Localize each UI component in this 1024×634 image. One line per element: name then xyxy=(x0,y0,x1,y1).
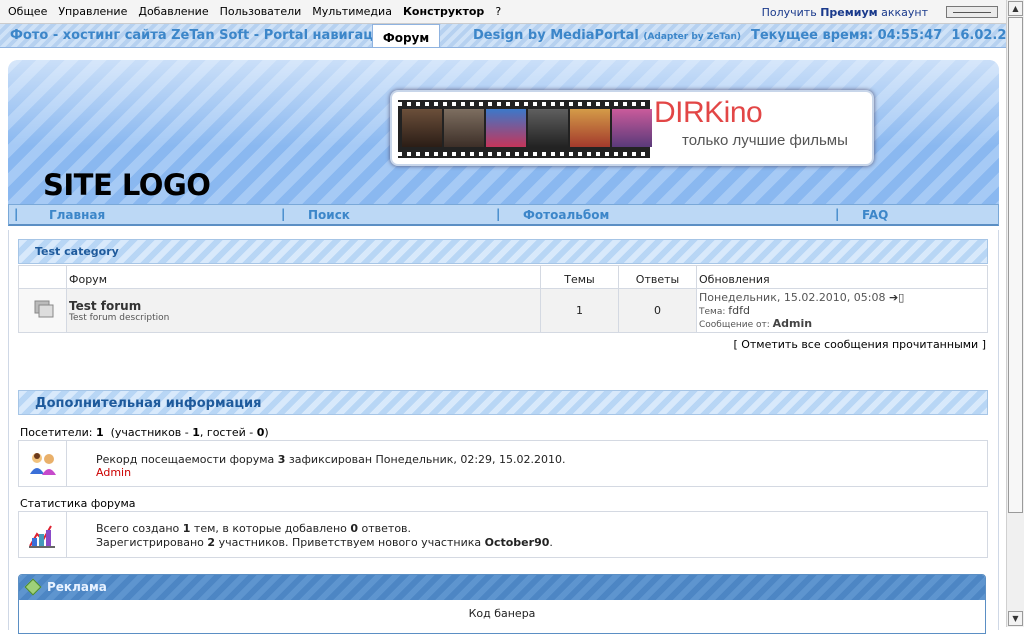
portal-nav-label: Фото - хостинг сайта ZeTan Soft - Portal… xyxy=(10,28,396,43)
stats-box: Всего создано 1 тем, в которые добавлено… xyxy=(18,511,988,558)
banner-subtitle: только лучшие фильмы xyxy=(682,132,848,149)
dirkino-banner[interactable]: DIRKino только лучшие фильмы xyxy=(390,90,874,166)
users-icon xyxy=(29,452,56,475)
mark-all-read-link[interactable]: [ Отметить все сообщения прочитанными ] xyxy=(733,338,986,351)
menu-add[interactable]: Добавление xyxy=(138,5,208,18)
forum-replies-count: 0 xyxy=(618,288,697,333)
record-text: Рекорд посещаемости форума 3 зафиксирова… xyxy=(96,453,566,466)
stats-line-1: Всего создано 1 тем, в которые добавлено… xyxy=(96,522,412,535)
last-topic-link[interactable]: fdfd xyxy=(728,304,750,317)
nav-faq[interactable]: FAQ xyxy=(862,208,888,222)
minimize-panel-icon[interactable] xyxy=(946,6,998,18)
forum-name-link[interactable]: Test forum xyxy=(69,299,538,313)
record-box: Рекорд посещаемости форума 3 зафиксирова… xyxy=(18,440,988,487)
category-header[interactable]: Test category xyxy=(18,239,988,264)
menu-help[interactable]: ? xyxy=(495,5,501,18)
forum-description: Test forum description xyxy=(69,312,170,323)
forum-table: Форум Темы Ответы Обновления Test forum … xyxy=(18,265,988,333)
main-nav: | Главная | Поиск | Фотоальбом | FAQ xyxy=(8,204,999,226)
nav-photoalbum[interactable]: Фотоальбом xyxy=(523,208,609,222)
stats-line-2: Зарегистрировано 2 участников. Приветств… xyxy=(96,536,553,549)
scroll-up-icon[interactable]: ▲ xyxy=(1008,1,1023,16)
site-header: DIRKino только лучшие фильмы SITE LOGO xyxy=(8,60,999,204)
top-menubar: Общее Управление Добавление Пользователи… xyxy=(0,0,1006,24)
menu-users[interactable]: Пользователи xyxy=(220,5,302,18)
col-forum: Форум xyxy=(66,265,541,289)
chart-icon xyxy=(28,525,55,548)
last-post-date: Понедельник, 15.02.2010, 05:08 xyxy=(699,291,886,304)
nav-search[interactable]: Поиск xyxy=(308,208,350,222)
vertical-scrollbar[interactable]: ▲ ▼ xyxy=(1006,0,1024,627)
scroll-thumb[interactable] xyxy=(1008,17,1023,513)
go-to-post-icon[interactable]: ➔▯ xyxy=(889,291,904,304)
forum-topics-count: 1 xyxy=(540,288,619,333)
tab-forum[interactable]: Форум xyxy=(372,24,440,47)
col-replies: Ответы xyxy=(618,265,697,289)
banner-title: DIRKino xyxy=(654,96,763,129)
menu-management[interactable]: Управление xyxy=(58,5,127,18)
scroll-down-icon[interactable]: ▼ xyxy=(1008,611,1023,626)
ads-header: Реклама xyxy=(19,575,985,600)
col-topics: Темы xyxy=(540,265,619,289)
film-strip-image xyxy=(398,100,652,158)
portal-nav-strip: Фото - хостинг сайта ZeTan Soft - Portal… xyxy=(0,24,1006,48)
newest-member-link[interactable]: October90 xyxy=(485,536,550,549)
site-logo[interactable]: SITE LOGO xyxy=(43,168,211,202)
nav-home[interactable]: Главная xyxy=(49,208,105,222)
nav-separator: | xyxy=(835,207,840,221)
ads-block: Реклама Код банера xyxy=(18,574,986,634)
visitors-line: Посетители: 1 (участников - 1, гостей - … xyxy=(20,426,269,439)
nav-separator: | xyxy=(496,207,501,221)
menu-constructor[interactable]: Конструктор xyxy=(403,5,484,18)
design-credit: Design by MediaPortal (Adapter by ZeTan) xyxy=(473,28,741,43)
col-updates: Обновления xyxy=(696,265,988,289)
forum-main: Test category Форум Темы Ответы Обновлен… xyxy=(8,230,999,634)
record-user-link[interactable]: Admin xyxy=(96,466,131,479)
nav-separator: | xyxy=(14,207,19,221)
ads-icon xyxy=(24,578,42,596)
info-header: Дополнительная информация xyxy=(18,390,988,415)
banner-code-text: Код банера xyxy=(468,607,536,620)
menu-general[interactable]: Общее xyxy=(8,5,47,18)
current-time: Текущее время: 04:55:47 16.02.201 xyxy=(751,28,1006,43)
nav-separator: | xyxy=(281,207,286,221)
last-author-link[interactable]: Admin xyxy=(773,317,812,330)
menu-multimedia[interactable]: Мультимедиа xyxy=(312,5,392,18)
stats-label: Статистика форума xyxy=(20,497,136,510)
premium-link[interactable]: Получить Премиум аккаунт xyxy=(762,6,928,19)
forum-folder-icon xyxy=(18,288,67,333)
table-row[interactable]: Test forum Test forum description 1 0 По… xyxy=(18,288,988,333)
